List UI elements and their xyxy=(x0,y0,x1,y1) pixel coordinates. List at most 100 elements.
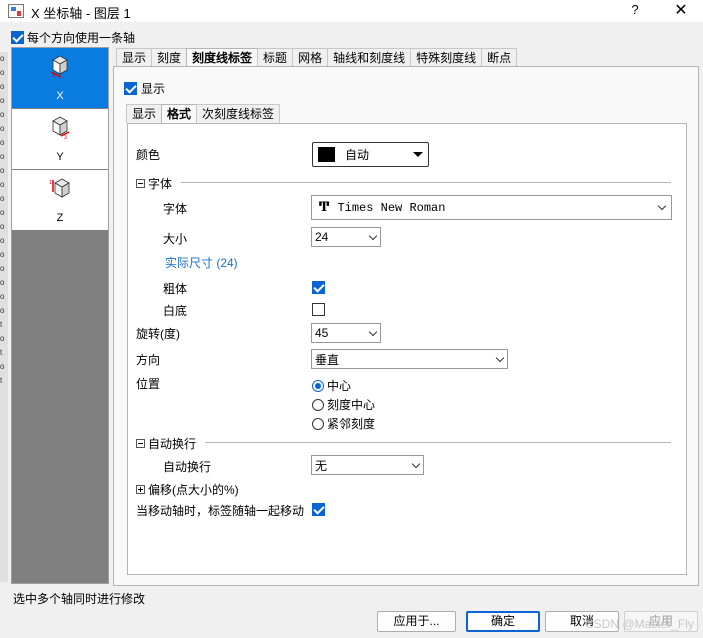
inner-tab-0[interactable]: 显示 xyxy=(126,104,163,123)
outer-tab-7[interactable]: 断点 xyxy=(481,48,518,67)
white-bg-checkbox[interactable] xyxy=(312,303,325,316)
axis-list[interactable]: 3 X 3 Y 1 Z xyxy=(11,47,109,584)
radio-next-to-tick[interactable] xyxy=(312,417,324,430)
background-strip-char: t xyxy=(0,376,3,385)
collapse-icon[interactable] xyxy=(136,179,145,188)
apply-to-button[interactable]: 应用于... xyxy=(377,611,456,632)
watermark: CSDN @Master_Fly xyxy=(585,617,694,631)
font-section-header[interactable]: 字体 xyxy=(136,175,172,192)
position-label: 位置 xyxy=(136,377,161,391)
app-icon xyxy=(8,4,24,18)
background-strip-char: o xyxy=(0,110,5,119)
dropdown-arrow-icon xyxy=(413,152,423,157)
background-strip-char: o xyxy=(0,180,5,189)
rotation-dropdown[interactable]: 45 xyxy=(311,323,381,343)
inner-tab-bar: 显示 格式 次刻度线标签 xyxy=(126,104,281,124)
show-label: 显示 xyxy=(141,82,166,96)
section-divider xyxy=(181,182,671,183)
wrap-label: 自动换行 xyxy=(163,460,212,474)
background-strip-char: o xyxy=(0,152,5,161)
offset-section-header[interactable]: 偏移(点大小的%) xyxy=(136,481,239,498)
outer-tab-6[interactable]: 特殊刻度线 xyxy=(410,48,483,67)
color-dropdown[interactable]: 自动 xyxy=(312,142,429,167)
chevron-down-icon xyxy=(411,459,421,469)
outer-tab-3[interactable]: 标题 xyxy=(257,48,294,67)
background-strip-char: o xyxy=(0,208,5,217)
font-label: 字体 xyxy=(163,202,188,216)
position-option-center[interactable]: 中心 xyxy=(312,377,351,394)
position-option-tick-center[interactable]: 刻度中心 xyxy=(312,396,375,413)
expand-icon[interactable] xyxy=(136,485,145,494)
direction-dropdown[interactable]: 垂直 xyxy=(311,349,508,369)
rotation-label: 旋转(度) xyxy=(136,327,180,341)
close-button[interactable]: ✕ xyxy=(670,1,692,21)
background-strip-char: o xyxy=(0,82,5,91)
one-axis-per-direction-row[interactable]: 每个方向使用一条轴 xyxy=(11,29,135,46)
color-swatch xyxy=(318,147,335,162)
axis-cube-z-icon: 1 xyxy=(49,178,70,198)
color-label: 颜色 xyxy=(136,148,161,162)
axis-item-x-label: X xyxy=(56,90,64,102)
svg-text:3: 3 xyxy=(52,73,55,78)
wrap-value: 无 xyxy=(315,458,328,473)
help-button[interactable]: ? xyxy=(625,2,645,20)
direction-value: 垂直 xyxy=(315,352,340,367)
svg-text:3: 3 xyxy=(64,135,67,139)
bold-checkbox[interactable] xyxy=(312,281,325,294)
size-dropdown[interactable]: 24 xyxy=(311,227,381,247)
show-checkbox[interactable] xyxy=(124,82,137,95)
position-option-next-to-tick[interactable]: 紧邻刻度 xyxy=(312,415,375,432)
background-strip-char: o xyxy=(0,362,5,371)
chevron-down-icon xyxy=(657,201,667,211)
inner-tab-1[interactable]: 格式 xyxy=(161,104,198,124)
title-bar: X 坐标轴 - 图层 1 ? ✕ xyxy=(0,0,703,22)
show-row[interactable]: 显示 xyxy=(124,80,165,97)
font-dropdown[interactable]: Ͳ Times New Roman xyxy=(311,195,672,220)
axis-item-z[interactable]: 1 Z xyxy=(12,170,108,230)
ok-button[interactable]: 确定 xyxy=(466,611,540,632)
axis-cube-y-icon: 3 xyxy=(52,116,70,139)
offset-section-title: 偏移(点大小的%) xyxy=(148,483,239,497)
size-value: 24 xyxy=(315,230,329,244)
one-axis-per-direction-label: 每个方向使用一条轴 xyxy=(27,31,136,45)
chevron-down-icon xyxy=(368,231,378,241)
chevron-down-icon xyxy=(368,327,378,337)
white-bg-label: 白底 xyxy=(163,304,188,318)
section-divider xyxy=(205,442,671,443)
outer-tab-bar: 显示 刻度 刻度线标签 标题 网格 轴线和刻度线 特殊刻度线 断点 xyxy=(116,48,518,68)
outer-tab-4[interactable]: 网格 xyxy=(292,48,329,67)
outer-tab-2[interactable]: 刻度线标签 xyxy=(186,48,259,68)
radio-center[interactable] xyxy=(312,379,324,392)
move-with-axis-label: 当移动轴时，标签随轴一起移动 xyxy=(136,504,305,518)
outer-tab-1[interactable]: 刻度 xyxy=(151,48,188,67)
background-strip-char: t xyxy=(0,320,3,329)
outer-tab-0[interactable]: 显示 xyxy=(116,48,153,67)
background-strip-char: o xyxy=(0,250,5,259)
axis-cube-x-icon: 3 xyxy=(50,55,68,78)
background-strip-char: o xyxy=(0,68,5,77)
background-strip-char: o xyxy=(0,124,5,133)
bold-label: 粗体 xyxy=(163,282,188,296)
position-option-label: 刻度中心 xyxy=(327,398,376,412)
one-axis-per-direction-checkbox[interactable] xyxy=(11,31,24,44)
axis-item-x[interactable]: 3 X xyxy=(12,48,108,108)
background-strip-char: o xyxy=(0,138,5,147)
background-strip-char: o xyxy=(0,334,5,343)
background-strip-char: o xyxy=(0,54,5,63)
axis-item-y-label: Y xyxy=(56,151,64,163)
font-section-title: 字体 xyxy=(148,177,173,191)
wrap-dropdown[interactable]: 无 xyxy=(311,455,424,475)
collapse-icon[interactable] xyxy=(136,439,145,448)
axis-item-y[interactable]: 3 Y xyxy=(12,109,108,169)
position-option-label: 中心 xyxy=(327,379,352,393)
radio-tick-center[interactable] xyxy=(312,398,324,411)
svg-text:1: 1 xyxy=(49,180,52,186)
wrap-section-title: 自动换行 xyxy=(148,437,197,451)
axis-item-z-label: Z xyxy=(56,212,64,224)
inner-tab-2[interactable]: 次刻度线标签 xyxy=(196,104,281,123)
wrap-section-header[interactable]: 自动换行 xyxy=(136,435,196,452)
background-strip-char: o xyxy=(0,264,5,273)
outer-tab-5[interactable]: 轴线和刻度线 xyxy=(327,48,412,67)
font-value: Times New Roman xyxy=(337,200,446,215)
move-with-axis-checkbox[interactable] xyxy=(312,503,325,516)
